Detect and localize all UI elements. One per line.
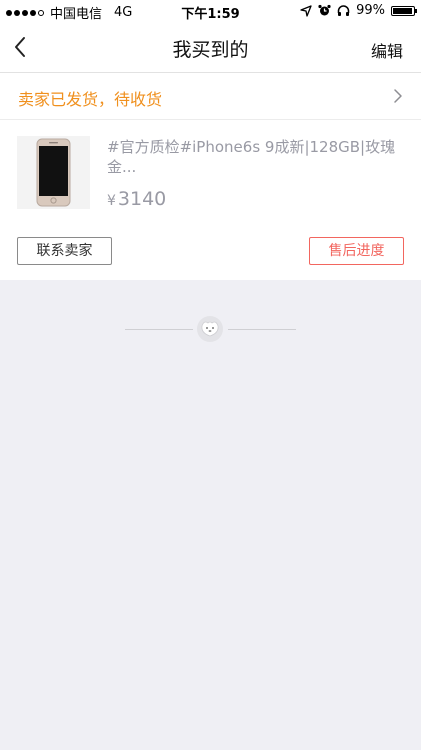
chevron-right-icon [394, 89, 402, 103]
status-bar: 中国电信 4G 下午1:59 99% [0, 0, 421, 22]
nav-bar: 我买到的 编辑 [0, 22, 421, 73]
price-value: 3140 [117, 188, 167, 210]
page-title: 我买到的 [172, 39, 249, 61]
contact-seller-button[interactable]: 联系卖家 [17, 237, 112, 265]
alarm-clock-icon [318, 4, 331, 16]
battery-icon [391, 5, 417, 16]
divider-line-left [125, 329, 193, 330]
after-sale-progress-button[interactable]: 售后进度 [309, 237, 404, 265]
headphones-icon [337, 5, 350, 16]
product-price: ¥3140 [107, 188, 166, 210]
product-title: #官方质检#iPhone6s 9成新|128GB|玫瑰金... [107, 138, 396, 176]
product-item[interactable]: #官方质检#iPhone6s 9成新|128GB|玫瑰金... ¥3140 [0, 120, 421, 230]
order-status-row[interactable]: 卖家已发货，待收货 [0, 73, 421, 120]
mascot-icon [197, 316, 223, 342]
product-thumbnail [17, 136, 90, 209]
location-arrow-icon [300, 4, 312, 17]
end-of-list-divider [125, 314, 296, 344]
status-right: 99% [300, 3, 417, 18]
order-status-text: 卖家已发货，待收货 [18, 90, 163, 109]
battery-percent: 99% [356, 3, 385, 18]
order-card: 卖家已发货，待收货 #官方质检#iPhone6s 9成新|128GB|玫瑰金..… [0, 73, 421, 280]
phone-image-icon [36, 138, 71, 207]
divider-line-right [228, 329, 296, 330]
price-currency: ¥ [107, 193, 116, 209]
edit-button[interactable]: 编辑 [371, 38, 403, 62]
